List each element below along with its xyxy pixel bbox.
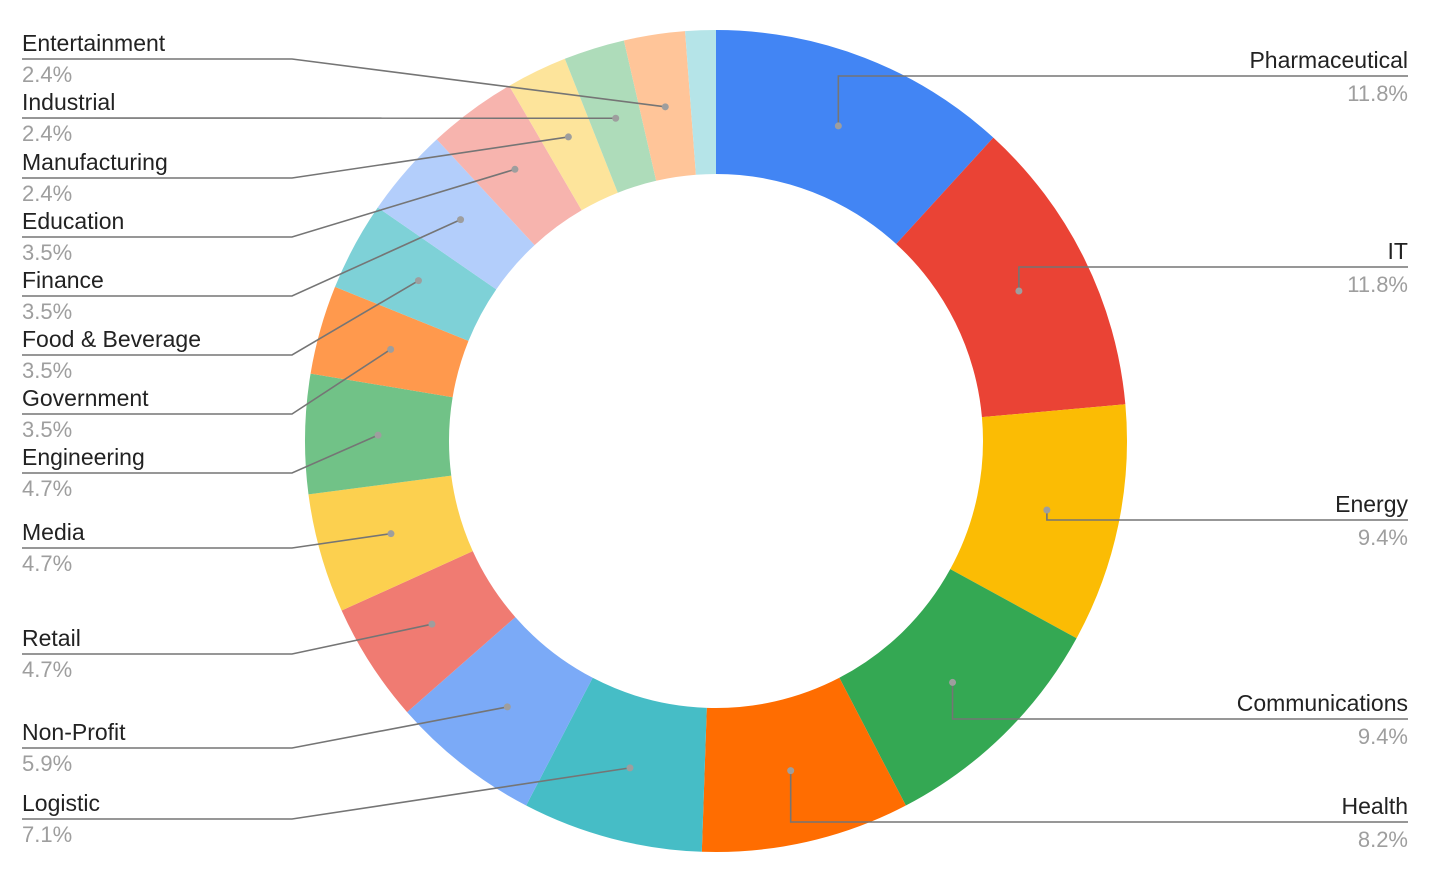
leader-dot-it	[1015, 287, 1023, 295]
leader-dot-retail	[428, 620, 436, 628]
label-retail: Retail	[22, 625, 81, 651]
leader-dot-food-and-beverage	[414, 277, 422, 285]
label-entertainment: Entertainment	[22, 30, 166, 56]
leader-dot-manufacturing	[564, 133, 572, 141]
label-non-profit: Non-Profit	[22, 719, 126, 745]
leader-dot-finance	[457, 216, 465, 224]
value-it: 11.8%	[1347, 272, 1408, 297]
label-it: IT	[1388, 238, 1408, 264]
value-health: 8.2%	[1358, 827, 1408, 852]
leader-dot-industrial	[612, 114, 620, 122]
label-health: Health	[1342, 793, 1408, 819]
label-government: Government	[22, 385, 149, 411]
value-finance: 3.5%	[22, 299, 72, 324]
value-government: 3.5%	[22, 417, 72, 442]
leader-dot-education	[511, 165, 519, 173]
value-food-and-beverage: 3.5%	[22, 358, 72, 383]
label-communications: Communications	[1237, 690, 1408, 716]
value-pharmaceutical: 11.8%	[1347, 81, 1408, 106]
value-logistic: 7.1%	[22, 822, 72, 847]
value-non-profit: 5.9%	[22, 751, 72, 776]
label-finance: Finance	[22, 267, 104, 293]
leader-dot-entertainment	[661, 103, 669, 111]
leader-dot-communications	[949, 678, 957, 686]
value-engineering: 4.7%	[22, 476, 72, 501]
value-energy: 9.4%	[1358, 525, 1408, 550]
value-manufacturing: 2.4%	[22, 181, 72, 206]
value-entertainment: 2.4%	[22, 62, 72, 87]
leader-dot-media	[387, 530, 395, 538]
value-media: 4.7%	[22, 551, 72, 576]
leader-dot-energy	[1043, 506, 1051, 514]
label-logistic: Logistic	[22, 790, 100, 816]
label-education: Education	[22, 208, 124, 234]
label-manufacturing: Manufacturing	[22, 149, 168, 175]
label-engineering: Engineering	[22, 444, 145, 470]
donut-chart: Pharmaceutical 11.8% IT 11.8% Energy 9.4% Comm…	[21, 30, 1408, 853]
value-communications: 9.4%	[1358, 724, 1408, 749]
value-education: 3.5%	[22, 240, 72, 265]
leader-dot-government	[387, 345, 395, 353]
slices-group	[305, 30, 1127, 853]
value-retail: 4.7%	[22, 657, 72, 682]
label-pharmaceutical: Pharmaceutical	[1249, 47, 1408, 73]
leader-dot-logistic	[626, 764, 634, 772]
leader-dot-non-profit	[503, 703, 511, 711]
label-energy: Energy	[1335, 491, 1408, 517]
leader-dot-engineering	[374, 431, 382, 439]
label-food-and-beverage: Food & Beverage	[22, 326, 201, 352]
label-industrial: Industrial	[22, 89, 115, 115]
value-industrial: 2.4%	[22, 121, 72, 146]
label-media: Media	[22, 519, 85, 545]
leader-dot-health	[787, 767, 795, 775]
leader-dot-pharmaceutical	[834, 122, 842, 130]
